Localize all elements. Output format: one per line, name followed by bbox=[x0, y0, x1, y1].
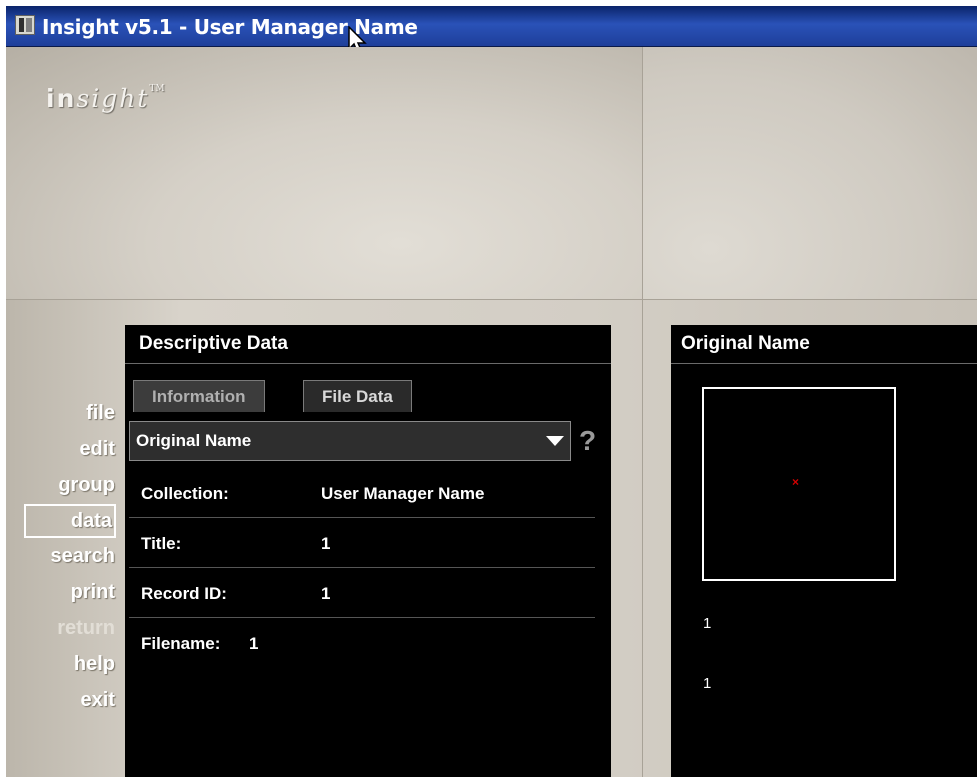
descriptive-data-panel: Descriptive Data Information File Data O… bbox=[125, 325, 611, 777]
original-info-line: 1 bbox=[703, 615, 712, 632]
nav-file[interactable]: file bbox=[86, 397, 116, 429]
insight-logo: insightTM bbox=[46, 84, 165, 113]
dropdown-value: Original Name bbox=[136, 431, 252, 450]
nav-help[interactable]: help bbox=[74, 648, 116, 680]
horizontal-divider bbox=[6, 299, 977, 300]
original-info-line: 1 bbox=[703, 675, 712, 692]
field-value: 1 bbox=[321, 534, 331, 553]
nav-exit[interactable]: exit bbox=[81, 684, 116, 716]
nav-data[interactable]: data bbox=[24, 504, 116, 538]
tab-information[interactable]: Information bbox=[133, 380, 265, 412]
app-window: Insight v5.1 - User Manager Name insight… bbox=[6, 6, 977, 777]
image-thumbnail[interactable]: × bbox=[702, 387, 896, 581]
field-label: Filename: bbox=[141, 634, 221, 653]
nav-print[interactable]: print bbox=[71, 576, 116, 608]
vertical-divider bbox=[642, 47, 643, 777]
nav-edit[interactable]: edit bbox=[79, 433, 116, 465]
field-label: Collection: bbox=[141, 484, 229, 503]
app-content: insightTM file edit group data search pr… bbox=[6, 47, 977, 777]
field-value: User Manager Name bbox=[321, 484, 485, 503]
field-row-title: Title: 1 bbox=[129, 519, 595, 568]
banner-right bbox=[643, 47, 977, 299]
descriptive-data-header: Descriptive Data bbox=[125, 325, 611, 364]
field-row-record-id: Record ID: 1 bbox=[129, 569, 595, 618]
field-select-dropdown[interactable]: Original Name bbox=[129, 421, 571, 461]
field-value: 1 bbox=[249, 634, 259, 653]
original-name-panel: Original Name × 1 1 bbox=[671, 325, 977, 777]
field-value: 1 bbox=[321, 584, 331, 603]
original-name-header: Original Name bbox=[671, 325, 977, 364]
nav-return: return bbox=[57, 617, 115, 639]
tab-file-data[interactable]: File Data bbox=[303, 380, 412, 412]
field-label: Record ID: bbox=[141, 584, 227, 603]
field-label: Title: bbox=[141, 534, 182, 553]
broken-image-icon: × bbox=[792, 475, 800, 489]
title-bar[interactable]: Insight v5.1 - User Manager Name bbox=[6, 6, 977, 56]
field-row-filename: Filename: 1 bbox=[129, 619, 595, 667]
field-row-collection: Collection: User Manager Name bbox=[129, 469, 595, 518]
triangle-down-icon[interactable] bbox=[546, 436, 564, 446]
nav-group[interactable]: group bbox=[58, 469, 116, 501]
question-mark-icon[interactable]: ? bbox=[579, 424, 596, 458]
insight-app-icon[interactable] bbox=[15, 15, 35, 35]
nav-search[interactable]: search bbox=[51, 540, 117, 572]
